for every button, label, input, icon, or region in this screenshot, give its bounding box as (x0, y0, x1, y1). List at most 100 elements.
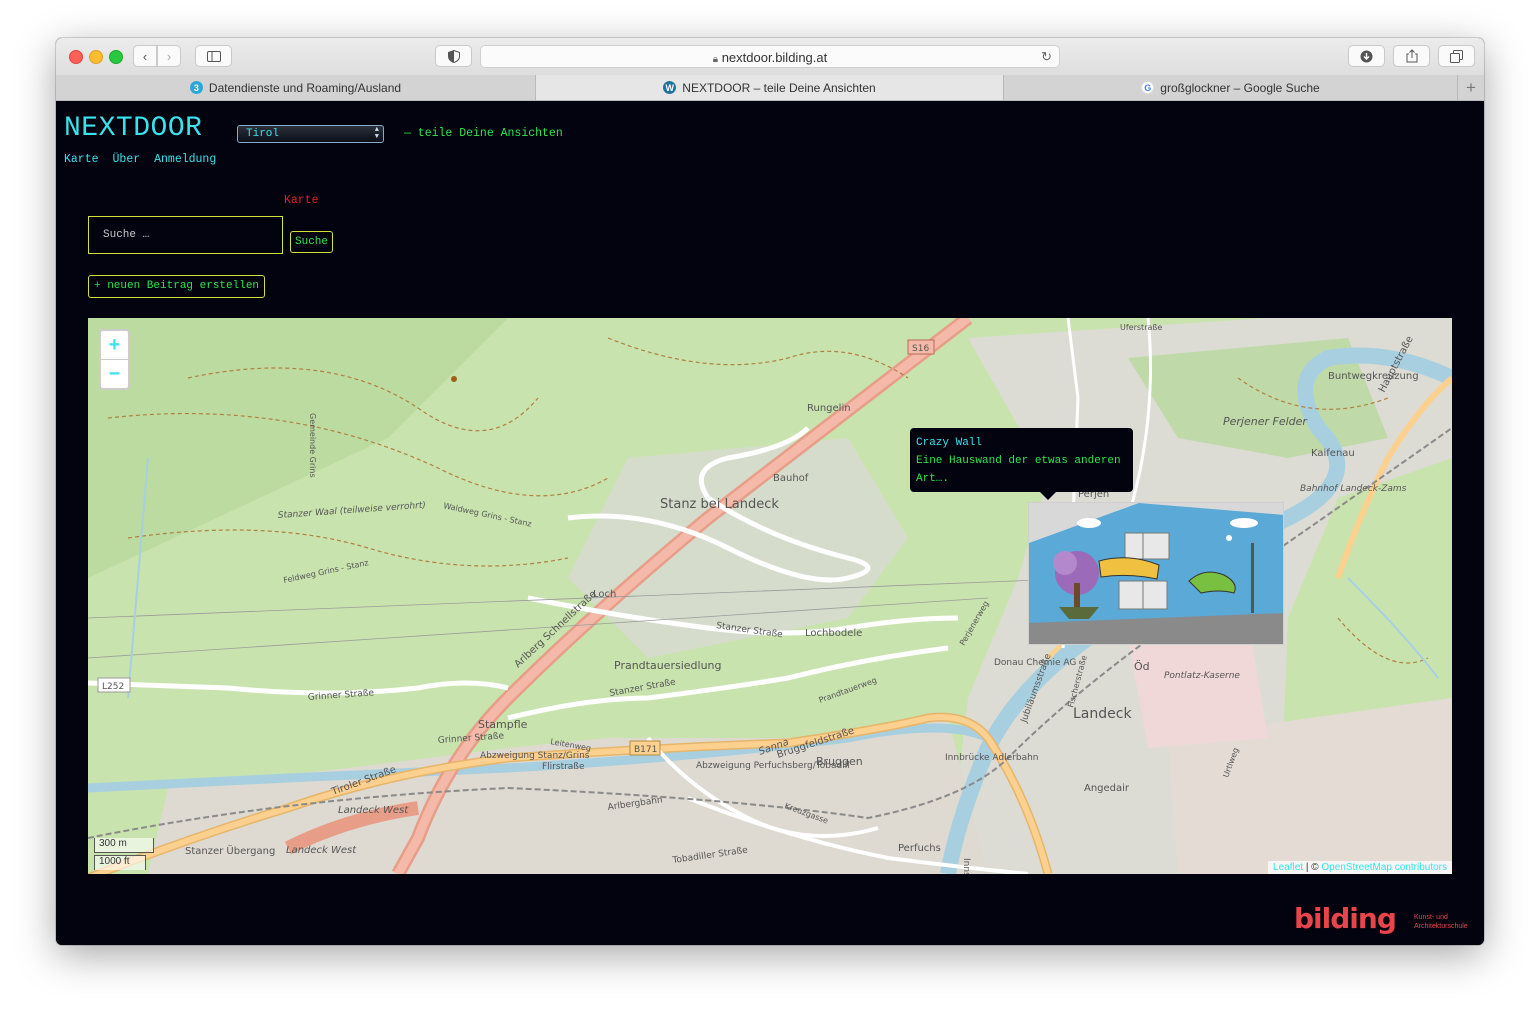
attribution-separator: | © (1303, 862, 1322, 873)
browser-window: ‹ › 🔒︎ nextdoor.bilding.at ↻ 3 Datendien… (56, 38, 1484, 945)
label-l252: L252 (102, 682, 124, 692)
bilding-logo[interactable]: bilding Kunst- und Architekturschule (1294, 902, 1468, 935)
forward-button[interactable]: › (157, 45, 181, 67)
tab-label: großglockner – Google Suche (1160, 80, 1320, 95)
select-arrows-icon: ▲ ▼ (374, 126, 379, 141)
label-rungelin: Rungelin (807, 403, 851, 414)
label-landeck: Landeck (1073, 706, 1132, 722)
search-input[interactable]: Suche … (88, 216, 283, 254)
label-uferstrasse: Uferstraße (1120, 323, 1162, 332)
label-landeck-west-2: Landeck West (286, 845, 357, 856)
label-waldweg-grins: Waldweg Grins - Stanz (443, 501, 533, 529)
label-s16: S16 (912, 344, 929, 354)
reload-icon[interactable]: ↻ (1041, 49, 1052, 65)
tab-datendienste[interactable]: 3 Datendienste und Roaming/Ausland (56, 75, 536, 100)
label-landeck-west: Landeck West (338, 805, 409, 816)
label-kaifenau: Kaifenau (1311, 448, 1355, 459)
plus-icon: + (1466, 77, 1476, 97)
minimize-window-button[interactable] (89, 50, 103, 64)
nav-item-ueber[interactable]: Über (113, 153, 141, 166)
label-abzweigung-perfuchs: Abzweigung Perfuchsberg/Tobadill (696, 761, 850, 771)
zoom-control: + − (99, 329, 130, 390)
label-abzweigung-stanz: Abzweigung Stanz/Grins (480, 751, 590, 761)
logo-wordmark: bilding (1294, 902, 1397, 935)
site-title[interactable]: NEXTDOOR (64, 113, 202, 144)
scale-imperial: 1000 ft (94, 855, 146, 870)
page-content: NEXTDOOR Tirol ▲ ▼ — teile Deine Ansichte… (56, 101, 1484, 945)
number-3-icon: 3 (189, 81, 203, 94)
new-post-button[interactable]: + neuen Beitrag erstellen (88, 275, 266, 298)
nav-item-anmeldung[interactable]: Anmeldung (154, 153, 216, 166)
leaflet-link[interactable]: Leaflet (1273, 862, 1303, 873)
popup-description: Eine Hauswand der etwas anderen Art…. (916, 455, 1121, 485)
popup-tip (1040, 492, 1056, 500)
wordpress-icon: W (663, 81, 677, 94)
tab-nextdoor[interactable]: W NEXTDOOR – teile Deine Ansichten (536, 75, 1004, 100)
label-donau-chemie: Donau Chemie AG (994, 658, 1076, 668)
region-select[interactable]: Tirol ▲ ▼ (237, 125, 384, 143)
label-stampfle: Stampfle (478, 718, 528, 731)
scale-metric: 300 m (94, 838, 154, 853)
site-tagline: — teile Deine Ansichten (404, 127, 563, 140)
zoom-out-button[interactable]: − (101, 360, 128, 388)
address-bar[interactable]: 🔒︎ nextdoor.bilding.at ↻ (480, 45, 1060, 68)
sidebar-toggle-button[interactable] (195, 45, 232, 67)
privacy-shield-button[interactable] (435, 45, 472, 67)
chevron-right-icon: › (166, 48, 172, 64)
search-button[interactable]: Suche (290, 231, 334, 253)
url-text: nextdoor.bilding.at (721, 50, 828, 65)
label-stanzer-uebergang: Stanzer Übergang (185, 844, 275, 857)
label-od: Öd (1134, 660, 1150, 673)
logo-subtitle: Kunst- und Architekturschule (1414, 914, 1468, 930)
downloads-button[interactable] (1348, 45, 1385, 67)
share-button[interactable] (1393, 45, 1430, 67)
label-b171: B171 (634, 745, 657, 755)
label-flirstrasse: Flirstraße (542, 762, 585, 772)
label-lochbodele: Lochbodele (805, 628, 862, 639)
label-bahnhof: Bahnhof Landeck-Zams (1300, 484, 1407, 494)
label-prandtauerweg: Prandtauerweg (818, 676, 878, 705)
maximize-window-button[interactable] (109, 50, 123, 64)
lock-icon: 🔒︎ (712, 54, 719, 65)
mural-image (1029, 503, 1283, 644)
tab-google[interactable]: G großglockner – Google Suche (1004, 75, 1458, 100)
back-button[interactable]: ‹ (133, 45, 157, 67)
label-perjenerweg: Perjenerweg (958, 599, 991, 647)
label-angedair: Angedair (1084, 783, 1130, 794)
new-tab-button[interactable]: + (1458, 75, 1484, 100)
tab-label: NEXTDOOR – teile Deine Ansichten (682, 80, 876, 95)
sidebar-icon (206, 50, 221, 62)
label-buntwegkreuzung: Buntwegkreuzung (1328, 371, 1419, 382)
tab-bar: 3 Datendienste und Roaming/Ausland W NEX… (56, 75, 1484, 101)
close-window-button[interactable] (69, 50, 83, 64)
label-feldweg-grins: Feldweg Grins - Stanz (283, 558, 370, 585)
label-perjener-felder: Perjener Felder (1223, 415, 1308, 428)
label-pontlatz: Pontlatz-Kaserne (1164, 671, 1240, 681)
label-innstrasse: Innstraße (961, 858, 971, 874)
popup-title[interactable]: Crazy Wall (916, 434, 1127, 452)
post-photo[interactable] (1028, 502, 1284, 645)
label-perfuchs: Perfuchs (898, 843, 941, 854)
label-innbruecke: Innbrücke Adlerbahn (945, 753, 1039, 763)
page-title: Karte (284, 194, 319, 207)
map[interactable]: Stanz bei Landeck Landeck Bauhof Rungeli… (88, 318, 1452, 874)
share-icon (1406, 49, 1417, 63)
map-popup[interactable]: Crazy Wall Eine Hauswand der etwas ander… (910, 428, 1133, 492)
label-stanz: Stanz bei Landeck (660, 497, 779, 512)
download-icon (1360, 50, 1373, 62)
region-select-value: Tirol (246, 128, 280, 140)
label-gemeinde-grins: Gemeinde Grins (308, 413, 317, 478)
tab-label: Datendienste und Roaming/Ausland (208, 80, 402, 95)
label-stanzer-waal: Stanzer Waal (teilweise verrohrt) (278, 501, 427, 521)
zoom-in-button[interactable]: + (101, 331, 128, 360)
chevron-left-icon: ‹ (142, 48, 148, 64)
main-nav: Karte Über Anmeldung (64, 153, 230, 166)
tabs-overview-button[interactable] (1438, 45, 1475, 67)
nav-item-karte[interactable]: Karte (64, 153, 99, 166)
label-bauhof: Bauhof (773, 473, 809, 484)
tabs-icon (1450, 49, 1463, 63)
osm-link[interactable]: OpenStreetMap contributors (1321, 862, 1447, 873)
map-attribution: Leaflet | © OpenStreetMap contributors (1268, 861, 1452, 874)
google-icon: G (1141, 81, 1155, 94)
browser-toolbar: ‹ › 🔒︎ nextdoor.bilding.at ↻ (56, 38, 1484, 76)
